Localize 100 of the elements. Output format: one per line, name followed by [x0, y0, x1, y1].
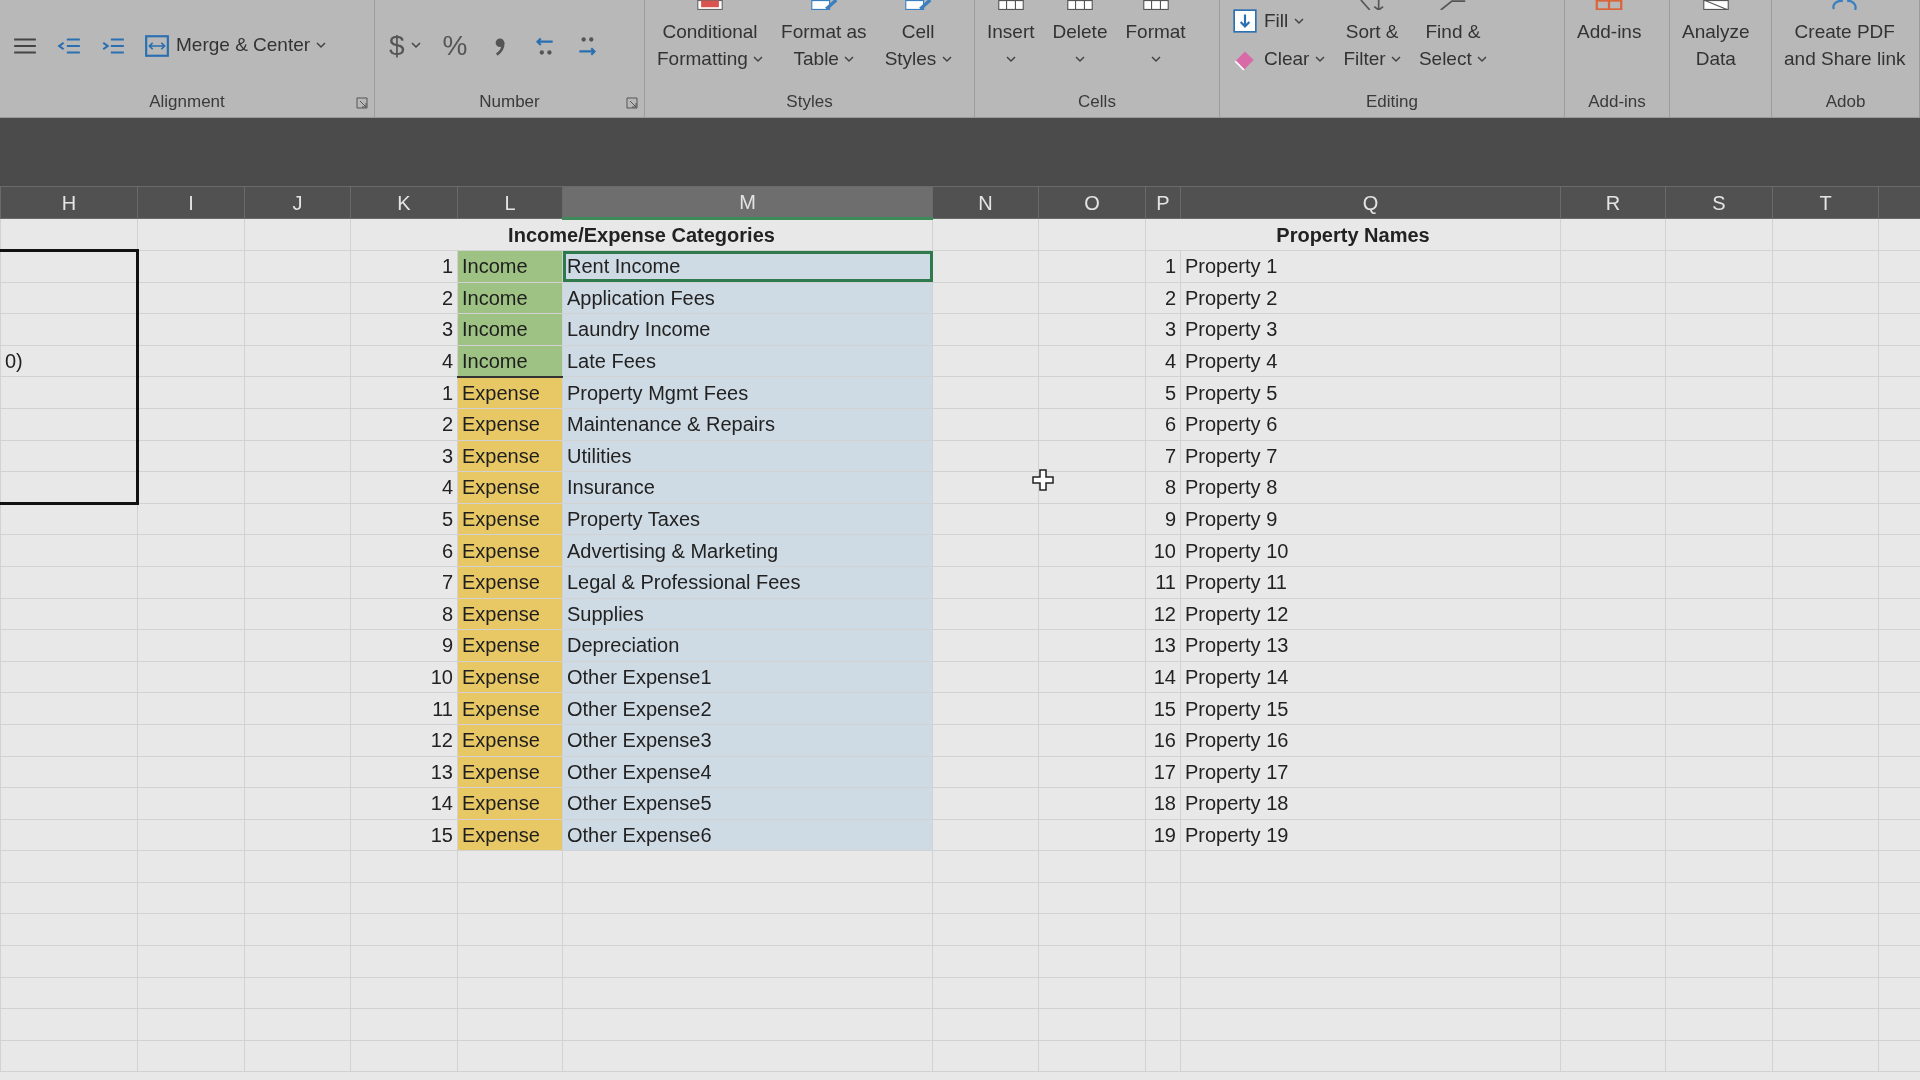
toolbar-button[interactable]: Fill: [1228, 4, 1330, 38]
cell-text: Expense: [462, 444, 540, 467]
cell-text: 10: [430, 666, 453, 688]
cell-text: Property 7: [1185, 444, 1278, 467]
table-cell: Legal & Professional Fees: [562, 566, 933, 599]
cell-text: 17: [1153, 760, 1176, 783]
column-header[interactable]: J: [244, 186, 351, 219]
column-header[interactable]: L: [457, 186, 563, 219]
cell-text: 7: [1164, 444, 1176, 467]
cell-text: 14: [1153, 666, 1176, 688]
cell-text: Expense: [462, 381, 540, 404]
table-cell: Other Expense6: [562, 819, 933, 851]
table-cell: Late Fees: [562, 345, 933, 377]
table-cell: Other Expense5: [562, 787, 933, 820]
column-header[interactable]: S: [1665, 186, 1773, 219]
ribbon-button[interactable]: Delete: [1048, 0, 1112, 72]
cell-text: 16: [1153, 729, 1176, 752]
cell-text: Property 16: [1185, 729, 1289, 752]
cell-text: Property 11: [1185, 571, 1287, 594]
cursor-icon: [1032, 469, 1054, 491]
cell-text: Expense: [462, 571, 540, 594]
chart-grid-icon: [1700, 0, 1731, 10]
column-header[interactable]: R: [1560, 186, 1666, 219]
cell-text: Expense: [462, 413, 540, 436]
table-brush-icon: [808, 0, 839, 10]
dialog-launcher-icon[interactable]: [626, 97, 638, 109]
cell-text: Expense: [462, 539, 540, 562]
toolbar-button[interactable]: Clear: [1228, 42, 1330, 76]
group-label: Cells: [1078, 92, 1116, 111]
cell-text: Property 12: [1185, 602, 1289, 625]
column-header[interactable]: N: [932, 186, 1039, 219]
column-header[interactable]: I: [137, 186, 245, 219]
cell-text: 15: [1153, 697, 1176, 720]
group-label: Add-ins: [1588, 92, 1646, 111]
ribbon-button[interactable]: Format: [1121, 0, 1190, 72]
cell-text: 2: [441, 413, 453, 436]
cell-text: Property 15: [1185, 697, 1289, 720]
cell-text: Income: [462, 255, 528, 278]
cell-text: 13: [1153, 634, 1176, 657]
cell-text: 18: [1153, 792, 1176, 815]
cell-text: Property 10: [1185, 539, 1289, 562]
cell-text: Income: [462, 318, 528, 341]
group-label: Editing: [1366, 92, 1418, 111]
ribbon-button[interactable]: Find & Select: [1414, 0, 1491, 72]
cell-text: Expense: [462, 508, 540, 531]
ribbon-button[interactable]: Analyze Data: [1678, 0, 1754, 72]
column-header[interactable]: Q: [1180, 186, 1561, 219]
cell-text: 2: [1164, 286, 1176, 309]
ribbon-button[interactable]: Format as Table: [777, 0, 871, 72]
cell-text: Property 17: [1185, 760, 1289, 783]
cell-text: Income: [462, 286, 528, 309]
cell-text: Expense: [462, 697, 540, 720]
cell-text: Property 1: [1185, 255, 1278, 278]
cell-text: Property 9: [1185, 508, 1278, 531]
column-header[interactable]: O: [1038, 186, 1146, 219]
cell-text: Property 13: [1185, 634, 1289, 657]
table-cell: Insurance: [562, 471, 933, 504]
column-header[interactable]: K: [350, 186, 458, 219]
column-header[interactable]: H: [0, 186, 138, 219]
cell-text: Income: [462, 349, 528, 372]
table-cell: Depreciation: [562, 629, 933, 662]
cell-text: 12: [430, 729, 453, 752]
ribbon-button[interactable]: Create PDF and Share link: [1780, 0, 1910, 72]
table-cell: Other Expense4: [562, 756, 933, 788]
table-cell: Maintenance & Repairs: [562, 408, 933, 441]
cell-text: 8: [441, 602, 453, 625]
ribbon-button[interactable]: Cell Styles: [880, 0, 956, 72]
cell-text: 19: [1153, 824, 1176, 846]
ribbon-button[interactable]: Insert: [983, 0, 1039, 72]
toolbar-button[interactable]: $: [383, 28, 427, 63]
ribbon-button[interactable]: Add-ins: [1573, 0, 1646, 45]
cell-text: 3: [441, 318, 453, 341]
dialog-launcher-icon[interactable]: [356, 97, 368, 109]
cell-text: Expense: [462, 602, 540, 625]
cell-text: 9: [1164, 508, 1176, 531]
table-cell: Application Fees: [562, 282, 933, 314]
ribbon-button[interactable]: Sort & Filter: [1339, 0, 1405, 72]
toolbar-button[interactable]: %: [436, 28, 474, 63]
cell-text: 12: [1153, 602, 1176, 625]
table-cell: Advertising & Marketing: [562, 534, 933, 567]
cell-text: 7: [441, 571, 453, 594]
grid-icon: [1065, 0, 1095, 10]
table-cell: Utilities: [562, 440, 933, 472]
cell-text: Property 2: [1185, 286, 1278, 309]
cell-text: Property 19: [1185, 824, 1289, 846]
toolbar-button[interactable]: Merge & Center: [140, 28, 331, 63]
boxes-icon: [1594, 0, 1625, 10]
cell-text: 15: [430, 824, 453, 846]
cell-text: 1: [1164, 255, 1176, 278]
table-cell: Other Expense2: [562, 692, 933, 725]
ribbon-button[interactable]: Conditional Formatting: [653, 0, 768, 72]
cell-text: Property 4: [1185, 350, 1278, 373]
cell-text: Property 6: [1185, 413, 1278, 436]
table-cell: Property Mgmt Fees: [562, 376, 933, 409]
cell-text: Expense: [462, 729, 540, 752]
column-header[interactable]: T: [1772, 186, 1879, 219]
group-label: Styles: [786, 92, 833, 111]
column-header[interactable]: P: [1145, 186, 1181, 219]
column-header[interactable]: M: [562, 186, 933, 219]
cell-text: 10: [1153, 539, 1176, 562]
